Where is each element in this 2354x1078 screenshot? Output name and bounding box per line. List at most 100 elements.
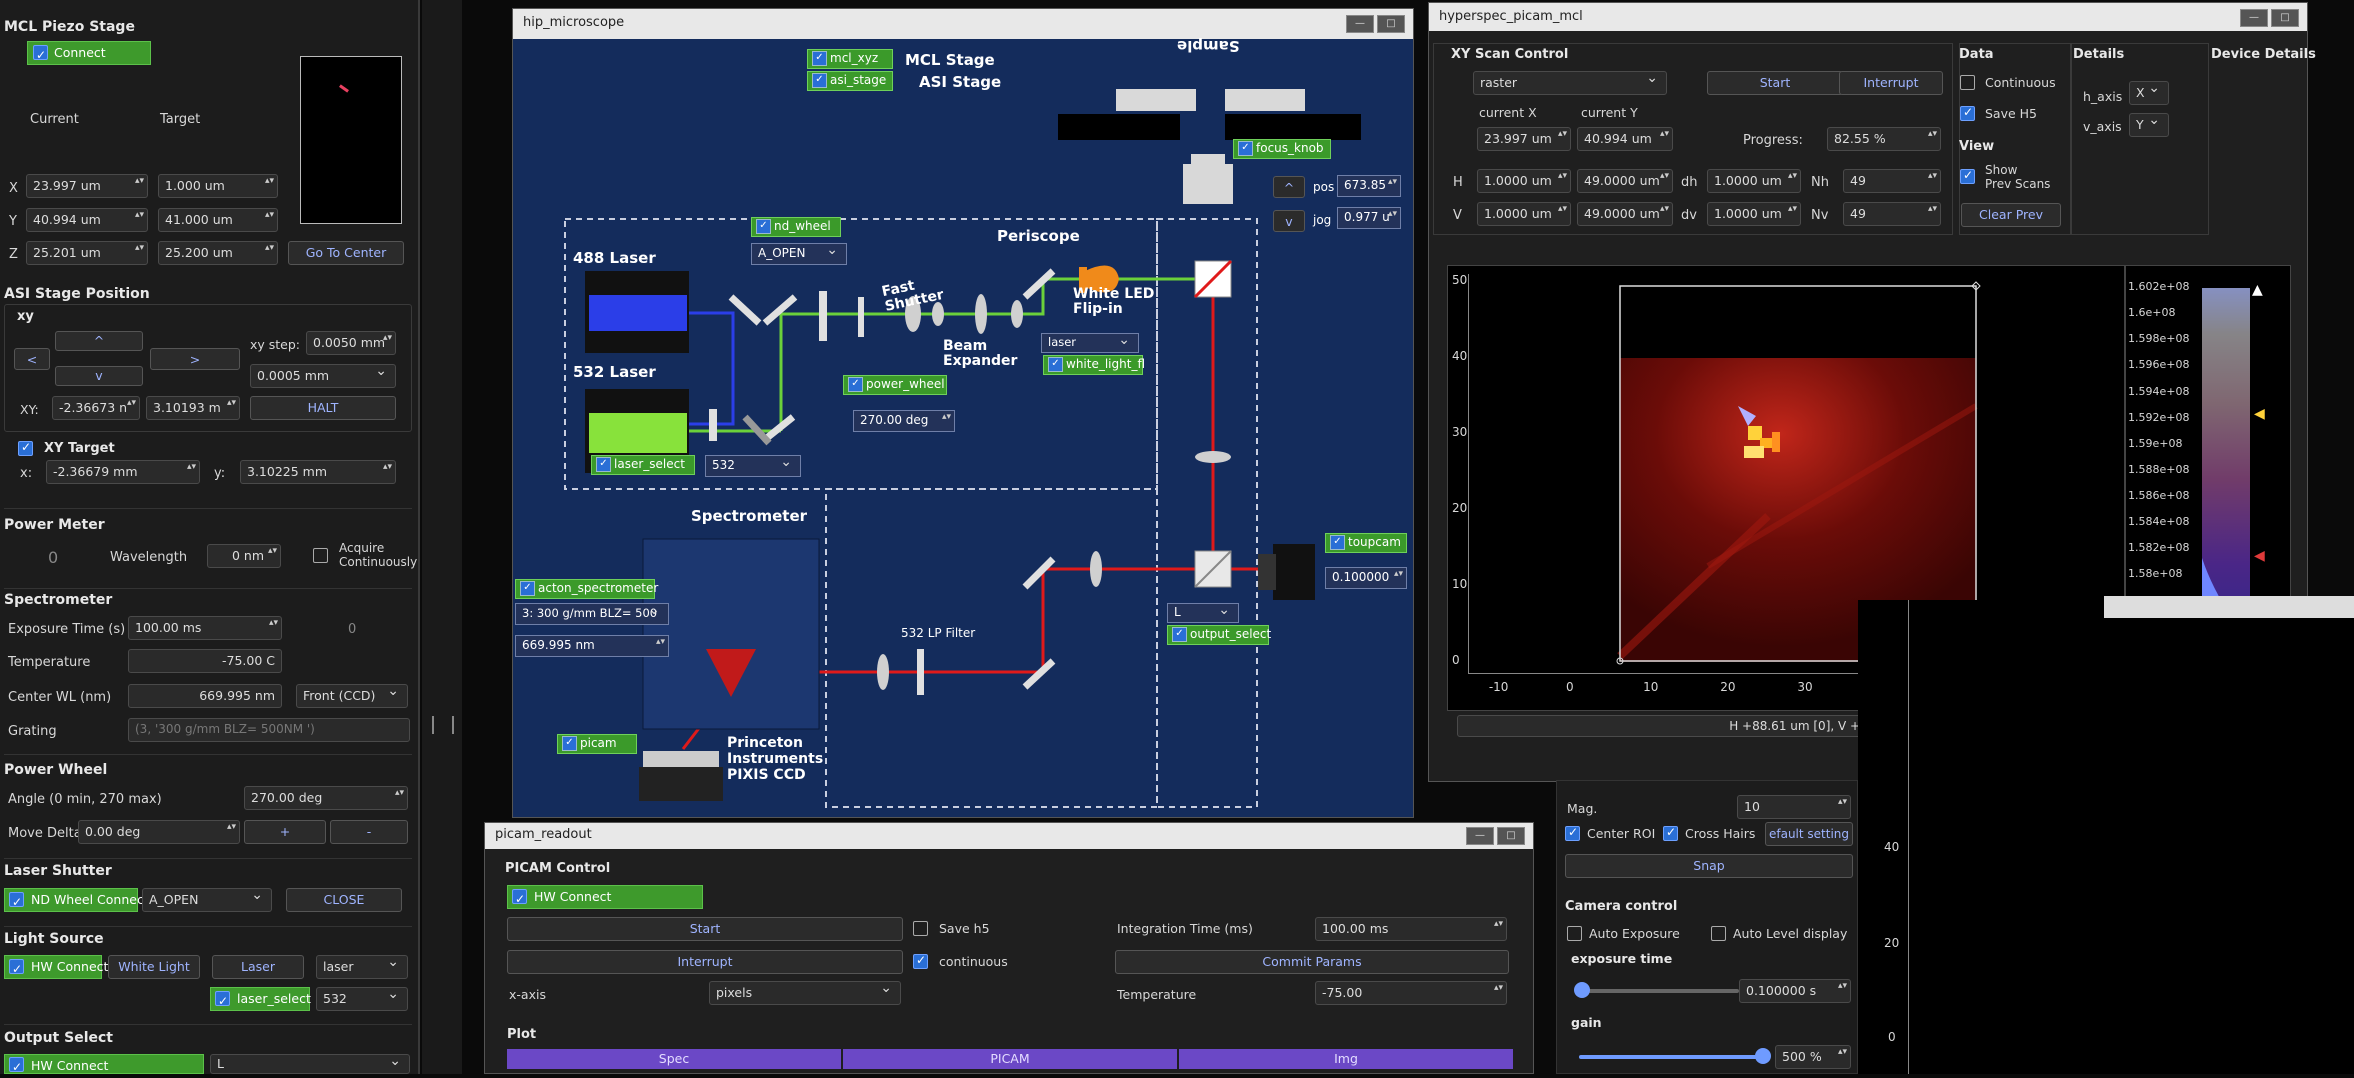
v-axis-select[interactable]: Y <box>2129 113 2169 137</box>
nh-field[interactable]: 49 <box>1843 169 1941 193</box>
current-y-field[interactable]: 40.994 um <box>1577 127 1673 151</box>
colorbar-top-handle[interactable]: ▲ <box>2252 282 2263 298</box>
xy-target-checkbox[interactable] <box>18 440 33 456</box>
target-y-field[interactable]: 3.10225 mm <box>240 460 396 484</box>
output-hw-connect-toggle[interactable]: HW Connect <box>4 1054 204 1078</box>
scan-mode-select[interactable]: raster <box>1473 71 1667 95</box>
colorbar-low-handle[interactable]: ◀ <box>2254 548 2265 564</box>
y-current-field[interactable]: 40.994 um <box>26 208 148 232</box>
mag-field[interactable]: 10 <box>1737 795 1851 819</box>
maximize-icon[interactable]: □ <box>1497 827 1525 845</box>
picam-interrupt-button[interactable]: Interrupt <box>507 950 903 974</box>
jog-field[interactable]: 0.977 u <box>1337 207 1401 229</box>
v-start-field[interactable]: 1.0000 um <box>1477 202 1571 226</box>
continuous-checkbox[interactable] <box>1960 75 1975 90</box>
scan-start-button[interactable]: Start <box>1707 71 1843 95</box>
asi-right-button[interactable]: > <box>150 348 240 370</box>
maximize-icon[interactable]: □ <box>1377 15 1405 33</box>
picam-toggle[interactable]: picam <box>557 734 637 754</box>
asi-x-field[interactable]: -2.36673 n <box>52 396 140 420</box>
picam-hw-connect-toggle[interactable]: HW Connect <box>507 885 703 910</box>
laser-select-toggle[interactable]: laser_select <box>591 455 695 475</box>
acquire-checkbox[interactable] <box>313 548 328 563</box>
tab-spec[interactable]: Spec <box>507 1049 841 1069</box>
nv-field[interactable]: 49 <box>1843 202 1941 226</box>
laser-source-select[interactable]: laser <box>316 955 408 979</box>
cross-hairs-checkbox[interactable] <box>1663 825 1678 841</box>
asi-y-field[interactable]: 3.10193 m <box>146 396 240 420</box>
exposure-slider-handle[interactable] <box>1574 982 1591 998</box>
nd-wheel-connect-toggle[interactable]: ND Wheel Connect <box>4 888 149 913</box>
clear-prev-button[interactable]: Clear Prev <box>1961 203 2061 227</box>
save-h5-checkbox[interactable] <box>1960 105 1975 121</box>
scan-interrupt-button[interactable]: Interrupt <box>1839 71 1943 95</box>
shutter-state-select[interactable]: A_OPEN <box>142 888 272 912</box>
save-h5-checkbox[interactable] <box>913 921 928 936</box>
wavelength-select[interactable]: 532 <box>316 987 408 1011</box>
step-select[interactable]: 0.0005 mm <box>250 364 396 388</box>
mcl-connect-toggle[interactable]: Connect <box>27 41 151 66</box>
focus-down-button[interactable]: v <box>1273 210 1305 232</box>
mcl-xyz-toggle[interactable]: mcl_xyz <box>807 49 893 69</box>
h-axis-select[interactable]: X <box>2129 81 2169 105</box>
power-wheel-toggle[interactable]: power_wheel <box>843 375 947 395</box>
halt-button[interactable]: HALT <box>250 396 396 420</box>
white-light-button[interactable]: White Light <box>108 955 200 979</box>
continuous-checkbox[interactable] <box>913 953 928 969</box>
tab-picam[interactable]: PICAM <box>843 1049 1177 1069</box>
power-wheel-angle-field[interactable]: 270.00 deg <box>853 410 955 432</box>
v-end-field[interactable]: 49.0000 um <box>1577 202 1673 226</box>
move-delta-field[interactable]: 0.00 deg <box>78 820 240 844</box>
tab-img[interactable]: Img <box>1179 1049 1513 1069</box>
toupcam-field[interactable]: 0.100000 <box>1325 567 1407 589</box>
minus-button[interactable]: - <box>330 820 408 844</box>
auto-exposure-checkbox[interactable] <box>1567 926 1582 941</box>
x-current-field[interactable]: 23.997 um <box>26 174 148 198</box>
go-to-center-button[interactable]: Go To Center <box>288 241 404 265</box>
laser-select-toggle[interactable]: laser_select <box>210 987 311 1012</box>
nd-state-select[interactable]: A_OPEN <box>751 242 847 265</box>
toupcam-toggle[interactable]: toupcam <box>1325 533 1407 553</box>
dh-field[interactable]: 1.0000 um <box>1707 169 1801 193</box>
z-target-field[interactable]: 25.200 um <box>158 241 278 265</box>
output-select[interactable]: L <box>210 1054 410 1074</box>
y-target-field[interactable]: 41.000 um <box>158 208 278 232</box>
default-settings-button[interactable]: efault setting <box>1765 822 1853 846</box>
focus-knob-toggle[interactable]: focus_knob <box>1233 139 1331 159</box>
asi-left-button[interactable]: < <box>14 348 50 370</box>
snap-button[interactable]: Snap <box>1565 854 1853 878</box>
gain-slider-track[interactable] <box>1579 1048 1771 1064</box>
light-hw-connect-toggle[interactable]: HW Connect <box>4 955 108 980</box>
exposure-field[interactable]: 100.00 ms <box>128 616 282 640</box>
output-select-toggle[interactable]: output_select <box>1167 625 1271 645</box>
colorbar-mid-handle[interactable]: ◀ <box>2254 406 2265 422</box>
pos-field[interactable]: 673.85 <box>1337 175 1401 197</box>
x-axis-select[interactable]: pixels <box>709 981 901 1005</box>
close-shutter-button[interactable]: CLOSE <box>286 888 402 912</box>
gain-slider-handle[interactable] <box>1755 1048 1771 1064</box>
laser-wl-select[interactable]: 532 <box>705 454 801 477</box>
port-select[interactable]: Front (CCD) <box>296 684 408 708</box>
center-roi-checkbox[interactable] <box>1565 825 1580 841</box>
exposure-slider-track[interactable] <box>1574 982 1739 998</box>
picam-title-bar[interactable]: picam_readout — □ <box>485 823 1533 849</box>
minimize-icon[interactable]: — <box>1346 15 1374 33</box>
flip-select[interactable]: laser <box>1041 332 1139 353</box>
z-current-field[interactable]: 25.201 um <box>26 241 148 265</box>
splitter-handle[interactable] <box>422 0 462 1074</box>
minimize-icon[interactable]: — <box>2240 9 2268 27</box>
focus-up-button[interactable]: ^ <box>1273 176 1305 198</box>
grating-select[interactable]: 3: 300 g/mm BLZ= 500 <box>515 602 669 625</box>
hip-title-bar[interactable]: hip_microscope — □ <box>513 9 1413 39</box>
asi-stage-toggle[interactable]: asi_stage <box>807 71 893 91</box>
asi-down-button[interactable]: v <box>55 366 143 386</box>
angle-field[interactable]: 270.00 deg <box>244 786 408 810</box>
white-light-toggle[interactable]: white_light_fl <box>1043 355 1145 375</box>
center-wl-field[interactable]: 669.995 nm <box>515 635 669 657</box>
asi-up-button[interactable]: ^ <box>55 331 143 351</box>
laser-button[interactable]: Laser <box>212 955 304 979</box>
gain-field[interactable]: 500 % <box>1775 1045 1851 1069</box>
x-target-field[interactable]: 1.000 um <box>158 174 278 198</box>
plus-button[interactable]: + <box>244 820 326 844</box>
dv-field[interactable]: 1.0000 um <box>1707 202 1801 226</box>
